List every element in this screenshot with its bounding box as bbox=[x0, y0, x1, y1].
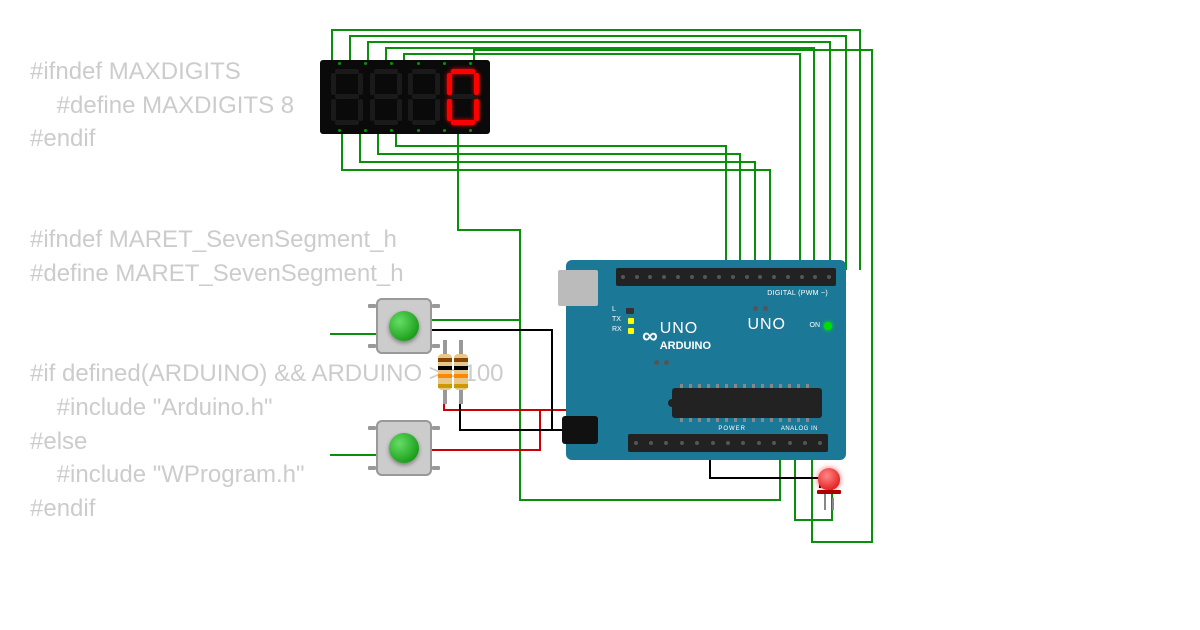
power-analog-pin-header[interactable] bbox=[628, 434, 828, 452]
rx-label: RX bbox=[612, 326, 622, 333]
digital-label: DIGITAL (PWM ~) bbox=[767, 290, 828, 297]
digit-4 bbox=[447, 69, 479, 125]
atmega-chip bbox=[672, 388, 822, 418]
model-label: UNO bbox=[747, 316, 786, 334]
l-led-icon bbox=[626, 308, 634, 314]
analog-label: ANALOG IN bbox=[781, 426, 818, 432]
arduino-uno-board: L TX RX ∞ UNO ARDUINO UNO ON DIGITAL (PW… bbox=[566, 260, 846, 460]
resistor-2 bbox=[454, 340, 468, 404]
red-led bbox=[818, 468, 840, 496]
digit-3 bbox=[408, 69, 440, 125]
pushbutton-2[interactable] bbox=[376, 420, 432, 476]
resistor-1 bbox=[438, 340, 452, 404]
on-led-icon bbox=[824, 322, 832, 330]
seven-segment-display bbox=[320, 60, 490, 134]
tx-led-icon bbox=[628, 318, 634, 324]
rx-led-icon bbox=[628, 328, 634, 334]
infinity-icon: ∞ bbox=[642, 323, 654, 349]
digital-pin-header[interactable] bbox=[616, 268, 836, 286]
l-label: L bbox=[612, 306, 616, 313]
digit-2 bbox=[370, 69, 402, 125]
pushbutton-1[interactable] bbox=[376, 298, 432, 354]
arduino-logo: ∞ UNO ARDUINO bbox=[642, 320, 711, 352]
on-label: ON bbox=[810, 322, 821, 329]
tx-label: TX bbox=[612, 316, 621, 323]
power-jack bbox=[562, 416, 598, 444]
digit-1 bbox=[331, 69, 363, 125]
power-label: POWER bbox=[718, 426, 746, 432]
usb-port bbox=[558, 270, 598, 306]
